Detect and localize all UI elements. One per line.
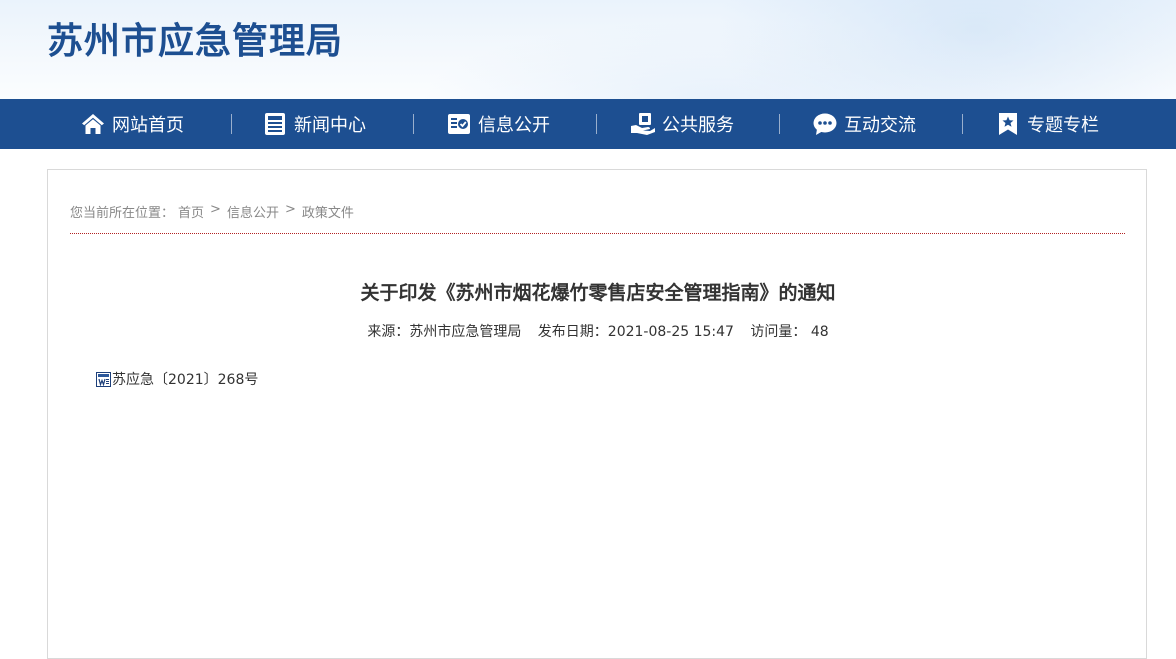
breadcrumb-separator: > [210, 202, 221, 217]
nav-item-interaction[interactable]: 互动交流 [812, 99, 916, 149]
article-source: 来源：苏州市应急管理局 [367, 324, 522, 340]
site-title[interactable]: 苏州市应急管理局 [47, 20, 343, 64]
content-panel: 您当前所在位置： 首页 > 信息公开 > 政策文件 关于印发《苏州市烟花爆竹零售… [47, 169, 1147, 659]
word-doc-icon [96, 371, 111, 387]
breadcrumb-separator: > [284, 202, 296, 217]
article-meta: 来源：苏州市应急管理局 发布日期：2021-08-25 15:47 访问量： 4… [48, 321, 1148, 341]
breadcrumb: 您当前所在位置： 首页 > 信息公开 > 政策文件 [70, 202, 354, 221]
attachment-link[interactable]: 苏应急〔2021〕268号 [96, 369, 258, 389]
nav-item-label: 网站首页 [112, 115, 184, 136]
nav-separator [413, 114, 414, 134]
home-icon [82, 114, 104, 134]
nav-item-label: 新闻中心 [294, 115, 366, 136]
article-date: 发布日期：2021-08-25 15:47 [537, 324, 734, 340]
breadcrumb-info-link[interactable]: 信息公开 [227, 202, 279, 221]
nav-item-label: 专题专栏 [1027, 115, 1099, 136]
article-title: 关于印发《苏州市烟花爆竹零售店安全管理指南》的通知 [360, 282, 836, 304]
breadcrumb-policy-link[interactable]: 政策文件 [302, 202, 354, 221]
nav-item-special[interactable]: 专题专栏 [995, 99, 1099, 149]
nav-item-label: 公共服务 [662, 115, 734, 136]
nav-item-home[interactable]: 网站首页 [80, 99, 184, 149]
nav-item-info[interactable]: 信息公开 [446, 99, 550, 149]
nav-item-label: 信息公开 [478, 115, 550, 136]
service-hand-icon [631, 113, 655, 135]
nav-item-news[interactable]: 新闻中心 [262, 99, 366, 149]
breadcrumb-divider [70, 233, 1125, 234]
nav-item-label: 互动交流 [844, 115, 916, 136]
breadcrumb-home-link[interactable]: 首页 [178, 202, 204, 221]
news-icon [265, 113, 285, 135]
nav-separator [596, 114, 597, 134]
nav-separator [962, 114, 963, 134]
info-check-icon [448, 114, 470, 134]
nav-separator [779, 114, 780, 134]
article-views: 访问量： 48 [750, 324, 829, 340]
nav-separator [231, 114, 232, 134]
bookmark-star-icon [999, 113, 1017, 135]
main-nav: 网站首页 新闻中心 信息公开 公共服务 互动交流 专题专栏 [0, 99, 1176, 149]
site-header: 苏州市应急管理局 [0, 0, 1176, 99]
nav-item-service[interactable]: 公共服务 [630, 99, 734, 149]
breadcrumb-prefix: 您当前所在位置： [70, 206, 175, 221]
attachment-label: 苏应急〔2021〕268号 [112, 372, 259, 388]
chat-icon [813, 113, 837, 135]
